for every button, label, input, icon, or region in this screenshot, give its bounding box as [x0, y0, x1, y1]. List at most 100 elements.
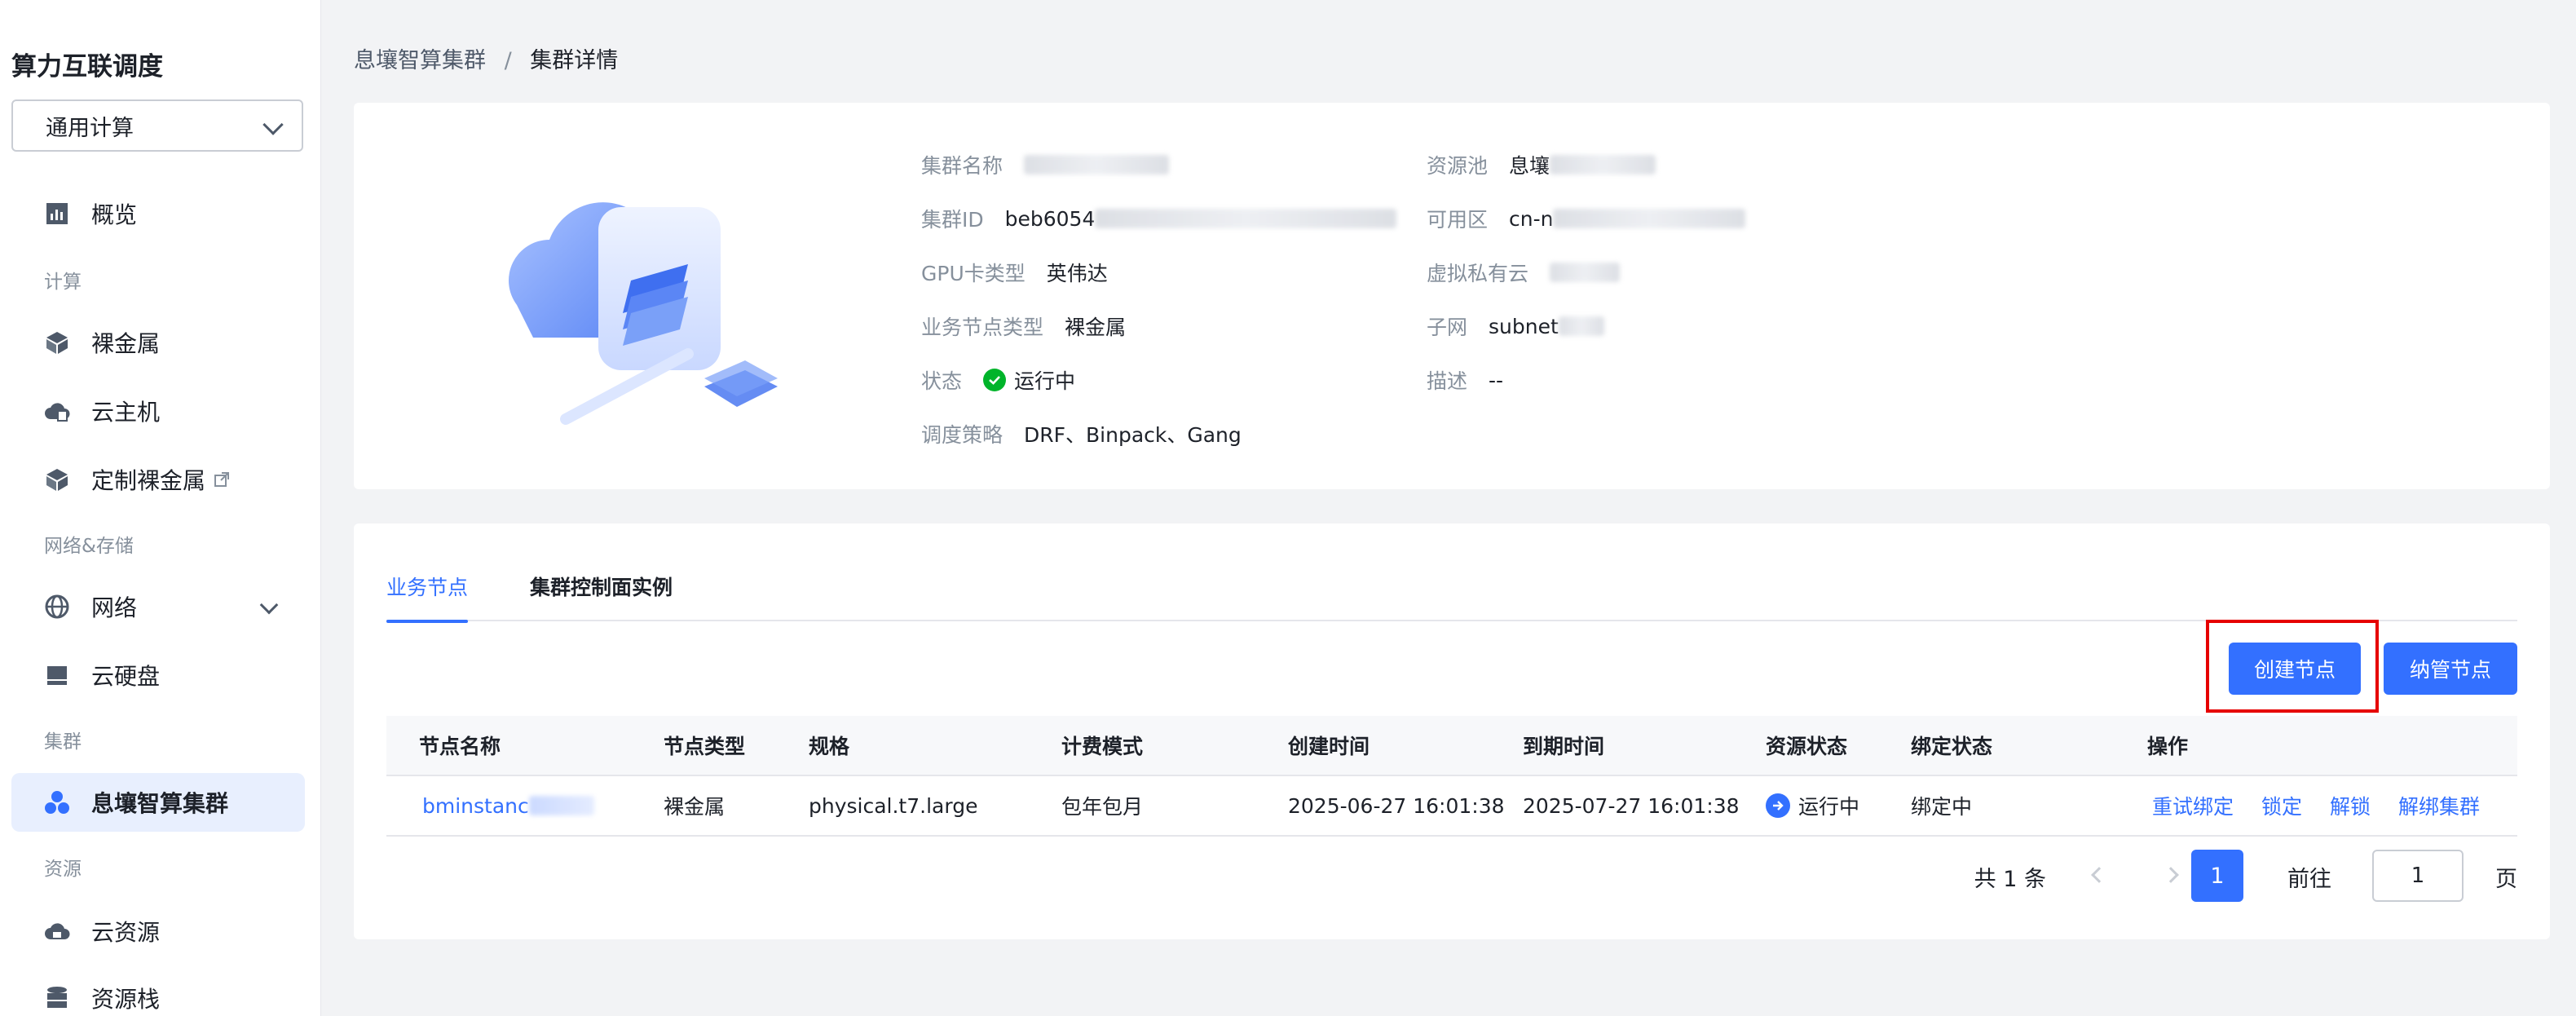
database-icon	[44, 985, 70, 1011]
unlock-link[interactable]: 解锁	[2330, 791, 2371, 820]
disk-icon	[44, 662, 70, 688]
redacted-value	[1553, 209, 1746, 228]
field-value: 英伟达	[1046, 262, 1108, 285]
breadcrumb: 息壤智算集群 / 集群详情	[354, 42, 618, 74]
retry-bind-link[interactable]: 重试绑定	[2152, 791, 2234, 820]
app-title: 算力互联调度	[11, 52, 163, 82]
redacted-value	[1550, 155, 1656, 174]
field-cluster-id: 集群ID beb6054	[921, 204, 1397, 233]
column-header: 创建时间	[1288, 735, 1370, 758]
globe-icon	[44, 594, 70, 620]
sidebar-item-network[interactable]: 网络	[11, 577, 305, 636]
field-label: 集群ID	[921, 208, 984, 232]
sidebar: 算力互联调度 通用计算 概览 计算 裸金属 云主机 定制裸金属 网络&存储 网络…	[0, 0, 321, 1016]
manage-node-button[interactable]: 纳管节点	[2384, 643, 2517, 695]
field-zone: 可用区 cn-n	[1427, 204, 1746, 233]
field-subnet: 子网 subnet	[1427, 311, 1604, 341]
field-label: 业务节点类型	[921, 316, 1044, 339]
field-value: subnet	[1489, 314, 1559, 338]
node-name-cell: bminstanc	[422, 776, 594, 835]
nodes-card: 业务节点 集群控制面实例 创建节点 纳管节点 节点名称 节点类型 规格 计费模式…	[354, 523, 2550, 939]
field-label: 可用区	[1427, 208, 1489, 232]
sidebar-item-label: 裸金属	[91, 330, 161, 357]
pagination-total: 共 1 条	[1974, 867, 2046, 892]
sidebar-item-cloud-disk[interactable]: 云硬盘	[11, 646, 305, 705]
bind-status-cell: 绑定中	[1911, 795, 1973, 819]
nodes-table: 节点名称 节点类型 规格 计费模式 创建时间 到期时间 资源状态 绑定状态 操作…	[386, 716, 2517, 837]
field-value: cn-n	[1509, 206, 1554, 231]
breadcrumb-current: 集群详情	[530, 48, 619, 73]
field-value: 裸金属	[1065, 316, 1127, 339]
field-scheduling-policy: 调度策略 DRF、Binpack、Gang	[921, 419, 1242, 448]
scope-select[interactable]: 通用计算	[11, 99, 303, 152]
field-label: 资源池	[1427, 154, 1489, 178]
redacted-value	[1558, 316, 1604, 336]
chevron-right-icon[interactable]	[2163, 867, 2179, 883]
goto-label: 前往	[2287, 867, 2331, 892]
field-label: 子网	[1427, 316, 1468, 339]
column-header: 操作	[2147, 735, 2189, 758]
sidebar-item-label: 概览	[91, 201, 138, 228]
field-label: 描述	[1427, 369, 1468, 393]
create-node-button[interactable]: 创建节点	[2229, 643, 2361, 695]
cloud-resource-icon	[44, 918, 70, 944]
sidebar-item-label: 定制裸金属	[91, 467, 206, 494]
node-name-link[interactable]: bminstanc	[422, 794, 529, 818]
pagination: 共 1 条 1 前往 页	[354, 850, 2517, 902]
sidebar-item-overview[interactable]: 概览	[11, 184, 305, 243]
breadcrumb-separator: /	[504, 48, 512, 73]
redacted-value	[1024, 155, 1170, 174]
node-type-cell: 裸金属	[664, 795, 726, 819]
unbind-cluster-link[interactable]: 解绑集群	[2398, 791, 2480, 820]
column-header: 节点类型	[664, 735, 746, 758]
column-header: 节点名称	[419, 735, 501, 758]
chevron-left-icon[interactable]	[2091, 867, 2107, 883]
field-value: DRF、Binpack、Gang	[1024, 423, 1242, 447]
sidebar-item-resource-stack[interactable]: 资源栈	[11, 969, 305, 1016]
page-button-current[interactable]: 1	[2191, 850, 2243, 902]
spec-cell: physical.t7.large	[809, 793, 978, 818]
external-link-icon	[214, 466, 230, 493]
lock-link[interactable]: 锁定	[2261, 791, 2302, 820]
expires-cell: 2025-07-27 16:01:38	[1523, 793, 1740, 818]
field-label: 集群名称	[921, 154, 1003, 178]
field-status: 状态 运行中	[921, 365, 1075, 395]
overview-chart-icon	[44, 201, 70, 227]
column-header: 规格	[809, 735, 850, 758]
sidebar-item-custom-bare-metal[interactable]: 定制裸金属	[11, 450, 305, 509]
running-arrow-icon	[1766, 793, 1790, 818]
column-header: 资源状态	[1766, 735, 1848, 758]
billing-cell: 包年包月	[1061, 795, 1144, 819]
sidebar-item-xirang-cluster[interactable]: 息壤智算集群	[11, 773, 305, 832]
nav-section-network-storage: 网络&存储	[44, 536, 134, 557]
field-resource-pool: 资源池 息壤	[1427, 150, 1656, 179]
field-vpc: 虚拟私有云	[1427, 258, 1621, 287]
field-value: --	[1489, 368, 1504, 392]
cube-icon	[44, 329, 70, 356]
redacted-value	[1550, 263, 1621, 282]
field-node-type: 业务节点类型 裸金属	[921, 311, 1126, 341]
field-gpu-type: GPU卡类型 英伟达	[921, 258, 1108, 287]
page-unit-label: 页	[2495, 867, 2517, 892]
column-header: 计费模式	[1061, 735, 1144, 758]
scope-select-value: 通用计算	[46, 115, 134, 141]
nav-section-compute: 计算	[44, 272, 82, 293]
sidebar-item-label: 云资源	[91, 919, 161, 946]
field-label: 状态	[921, 369, 963, 393]
tab-control-plane-instances[interactable]: 集群控制面实例	[530, 572, 673, 621]
field-description: 描述 --	[1427, 365, 1503, 395]
sidebar-item-cloud-server[interactable]: 云主机	[11, 382, 305, 440]
sidebar-item-bare-metal[interactable]: 裸金属	[11, 313, 305, 372]
tab-bar: 业务节点 集群控制面实例	[386, 572, 2517, 623]
sidebar-item-cloud-resource[interactable]: 云资源	[11, 902, 305, 961]
field-value: 息壤	[1509, 154, 1550, 178]
tab-business-nodes[interactable]: 业务节点	[386, 572, 469, 623]
cloud-server-icon	[44, 398, 70, 424]
sidebar-item-label: 网络	[91, 594, 138, 621]
nav-section-cluster: 集群	[44, 731, 82, 753]
breadcrumb-parent[interactable]: 息壤智算集群	[354, 48, 486, 73]
column-header: 绑定状态	[1911, 735, 1993, 758]
sidebar-item-label: 云硬盘	[91, 663, 161, 690]
cluster-info-card: 集群名称 集群ID beb6054 GPU卡类型 英伟达 业务节点类型 裸金属 …	[354, 103, 2550, 489]
goto-page-input[interactable]	[2372, 850, 2464, 902]
